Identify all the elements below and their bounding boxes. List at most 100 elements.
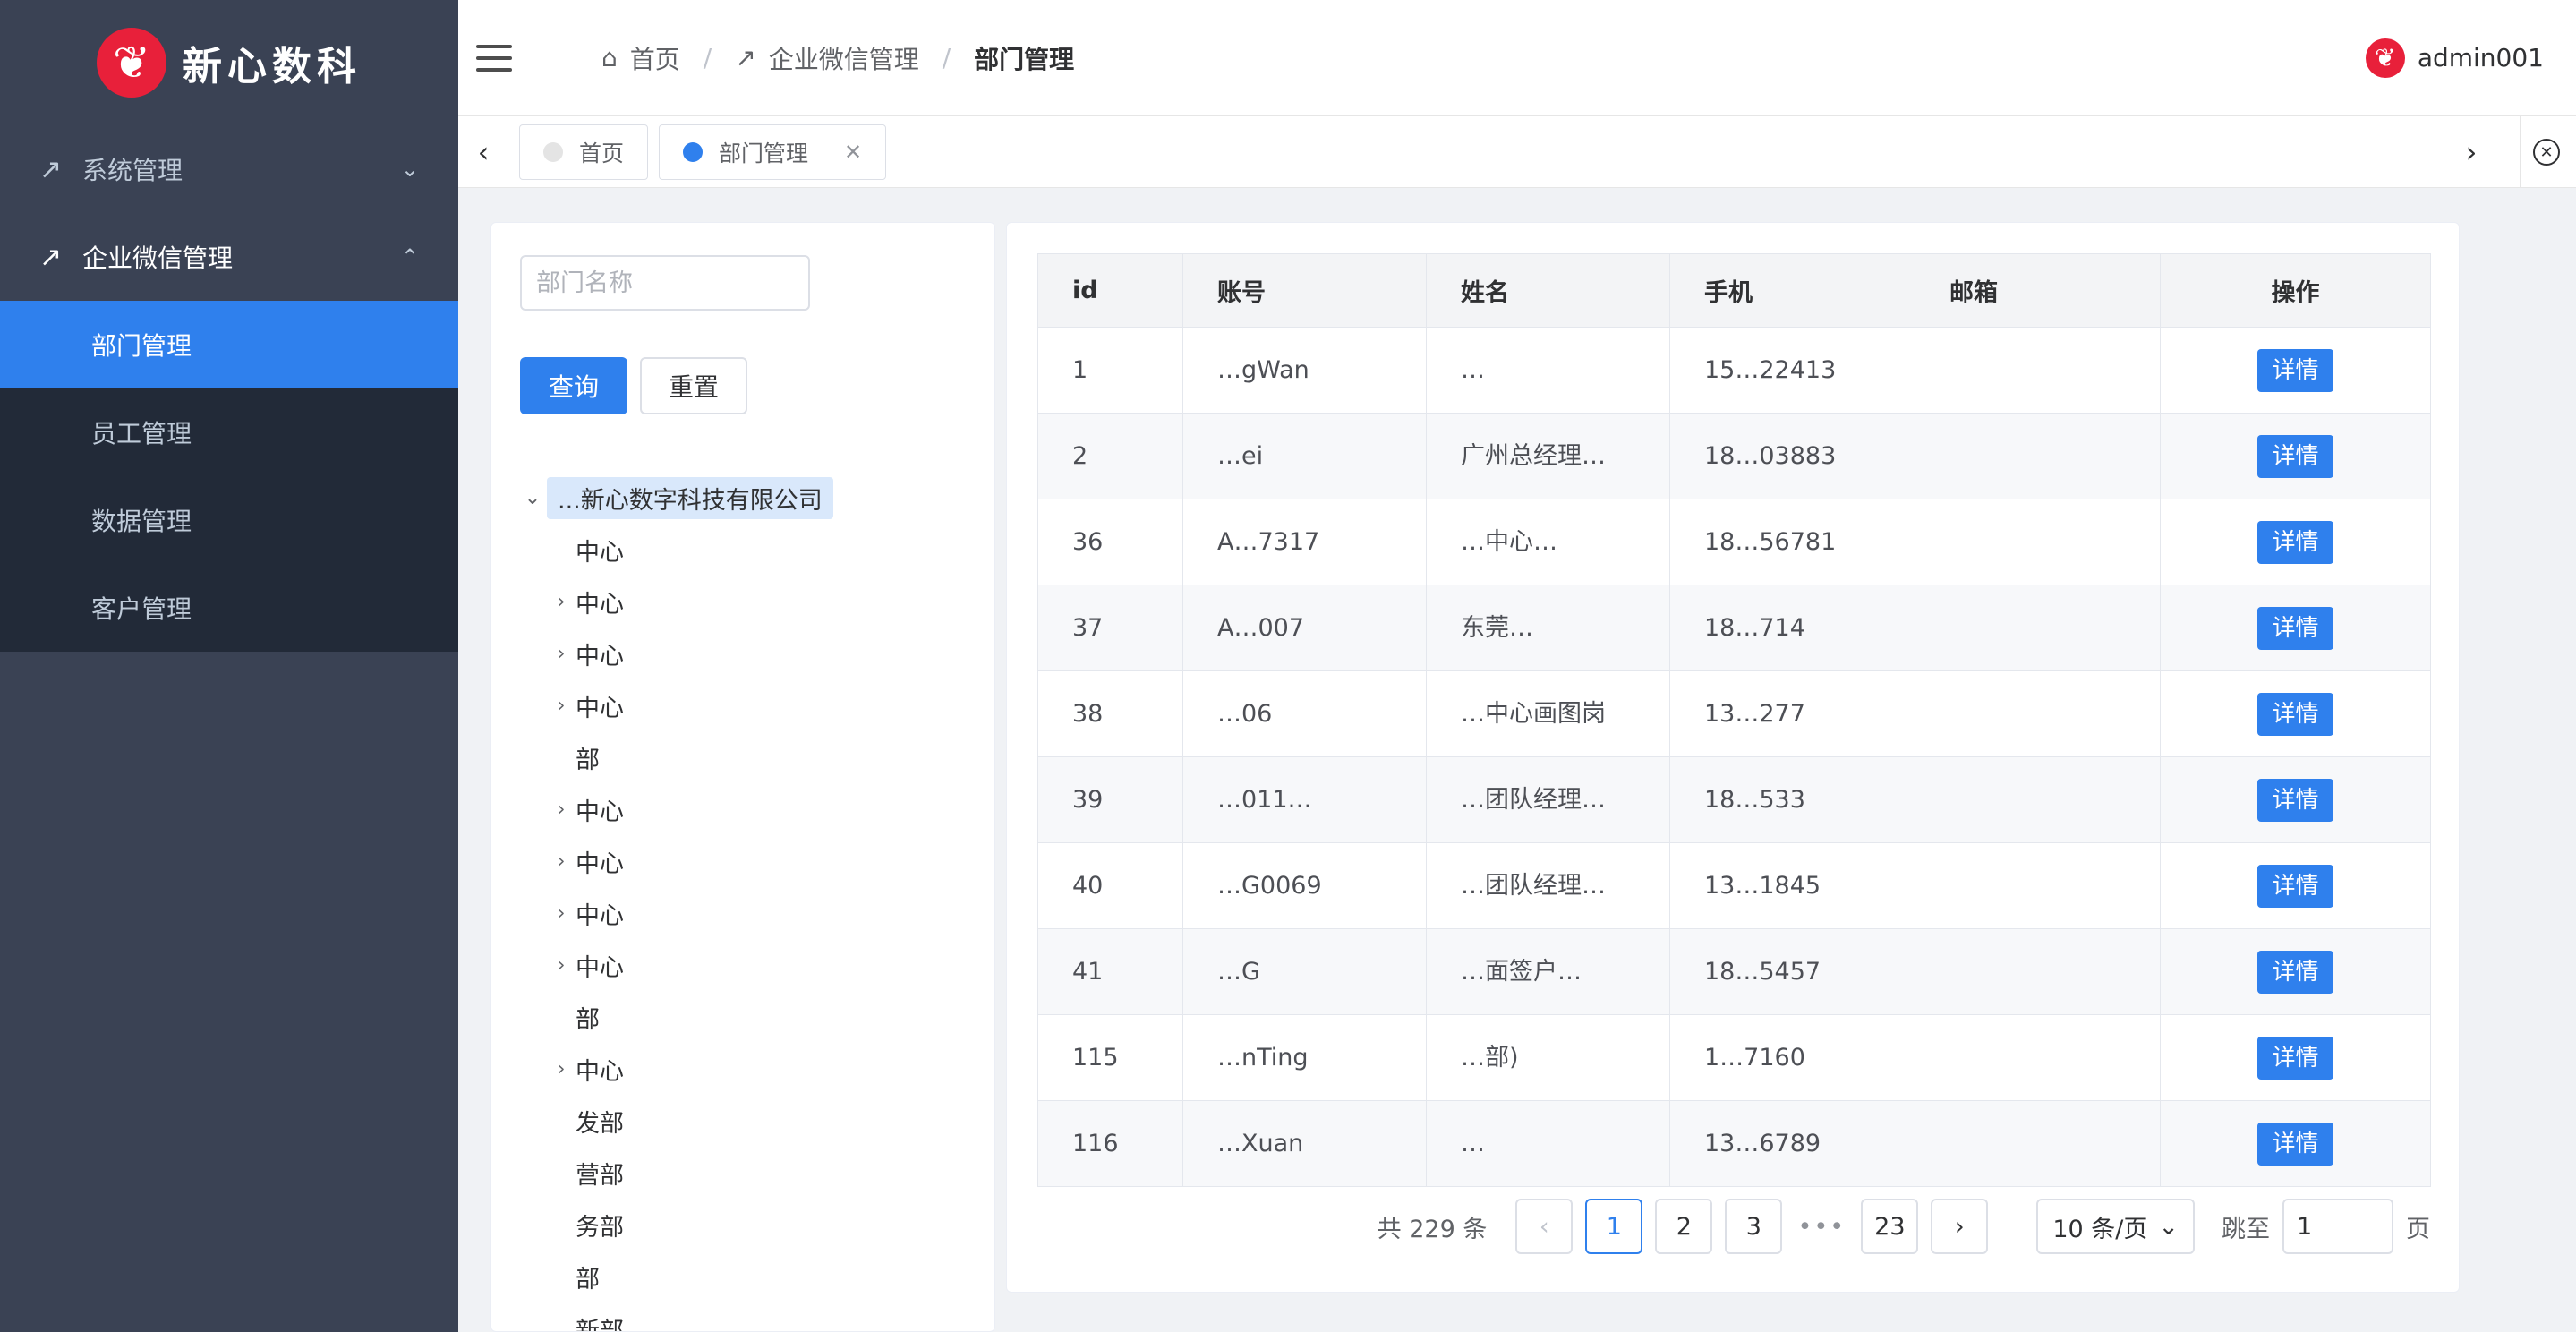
logo: ❦ 新心数科 <box>0 0 458 125</box>
jump-label: 跳至 <box>2222 1215 2270 1243</box>
detail-button[interactable]: 详情 <box>2257 692 2333 736</box>
username: admin001 <box>2417 43 2544 73</box>
cell-account: …gWan <box>1182 327 1427 414</box>
cell-actions: 详情 <box>2160 585 2431 671</box>
chevron-right-icon[interactable]: › <box>547 954 576 977</box>
table-row: 39 …011… …团队经理… 18…533 详情 <box>1037 756 2431 843</box>
tree-node[interactable]: 部 <box>518 731 975 783</box>
chevron-right-icon[interactable]: › <box>2446 135 2496 169</box>
cell-email <box>1915 842 2161 929</box>
prev-page-button[interactable]: ‹ <box>1515 1199 1574 1254</box>
cell-email <box>1915 413 2161 500</box>
cell-email <box>1915 327 2161 414</box>
detail-button[interactable]: 详情 <box>2257 1122 2333 1166</box>
page-button-last[interactable]: 23 <box>1861 1199 1919 1254</box>
wrench-icon: ↗ <box>39 241 63 273</box>
department-name-input[interactable] <box>520 255 810 311</box>
tree-node[interactable]: 发部 <box>518 1095 975 1147</box>
breadcrumb-home[interactable]: ⌂ 首页 <box>601 40 680 76</box>
query-button[interactable]: 查询 <box>520 357 627 414</box>
detail-button[interactable]: 详情 <box>2257 864 2333 908</box>
detail-button[interactable]: 详情 <box>2257 520 2333 564</box>
menu-group-system[interactable]: ↗ 系统管理 ⌄ <box>0 125 458 213</box>
tree-node[interactable]: 务部 <box>518 1199 975 1251</box>
table-header-row: id 账号 姓名 手机 邮箱 操作 <box>1037 253 2431 328</box>
logo-icon: ❦ <box>97 28 166 98</box>
tree-node[interactable]: › 中心 <box>518 783 975 835</box>
detail-button[interactable]: 详情 <box>2257 950 2333 994</box>
chevron-left-icon[interactable]: ‹ <box>458 135 508 169</box>
tree-node[interactable]: › 中心 <box>518 887 975 939</box>
chevron-right-icon[interactable]: › <box>547 902 576 925</box>
cell-name: …中心… <box>1426 499 1670 585</box>
chevron-right-icon[interactable]: › <box>547 591 576 613</box>
page-button-1[interactable]: 1 <box>1585 1199 1643 1254</box>
tree-node-label: 部 <box>576 1005 600 1034</box>
cell-account: …011… <box>1182 756 1427 843</box>
cell-actions: 详情 <box>2160 327 2431 414</box>
tree-node[interactable]: 部 <box>518 991 975 1043</box>
page-button-2[interactable]: 2 <box>1655 1199 1713 1254</box>
cell-id: 41 <box>1037 928 1183 1015</box>
detail-button[interactable]: 详情 <box>2257 434 2333 478</box>
reset-button[interactable]: 重置 <box>640 357 747 414</box>
tree-node[interactable]: › 中心 <box>518 835 975 887</box>
chevron-right-icon[interactable]: › <box>547 798 576 821</box>
sidebar-item-data[interactable]: 数据管理 <box>0 476 458 564</box>
tree-node[interactable]: 新部 <box>518 1302 975 1332</box>
close-icon[interactable]: ✕ <box>844 140 862 165</box>
cell-account: …G0069 <box>1182 842 1427 929</box>
tree-node-label: ...新心数字科技有限公司 <box>547 476 833 519</box>
next-page-button[interactable]: › <box>1931 1199 1989 1254</box>
sidebar-item-customers[interactable]: 客户管理 <box>0 564 458 652</box>
tree-node[interactable]: 中心 <box>518 524 975 576</box>
tree-node[interactable]: › 中心 <box>518 576 975 628</box>
tag-departments[interactable]: 部门管理 ✕ <box>659 124 887 180</box>
breadcrumb-parent-label: 企业微信管理 <box>768 44 919 74</box>
tree-node[interactable]: › 中心 <box>518 679 975 731</box>
tree-node-label: 新部 <box>576 1317 624 1332</box>
detail-button[interactable]: 详情 <box>2257 778 2333 822</box>
sidebar-item-employees[interactable]: 员工管理 <box>0 388 458 476</box>
breadcrumb-current: 部门管理 <box>974 44 1075 74</box>
chevron-right-icon[interactable]: › <box>547 1058 576 1080</box>
user-menu[interactable]: ❦ admin001 <box>2365 38 2544 78</box>
close-all-icon[interactable]: ✕ <box>2533 139 2560 166</box>
jump-page-input[interactable] <box>2282 1199 2393 1254</box>
cell-account: …nTing <box>1182 1014 1427 1101</box>
cell-id: 38 <box>1037 670 1183 757</box>
column-header-email: 邮箱 <box>1915 253 2161 328</box>
tag-label: 首页 <box>579 140 625 166</box>
table-body: 1 …gWan… 15…22413 详情 2 …ei 广州总经理… 18…03883 详情 36 A… <box>1037 327 2431 1187</box>
cell-phone: 13…277 <box>1669 670 1915 757</box>
tree-node[interactable]: 部 <box>518 1251 975 1302</box>
detail-button[interactable]: 详情 <box>2257 1036 2333 1080</box>
cell-phone: 18…5457 <box>1669 928 1915 1015</box>
chevron-right-icon[interactable]: › <box>547 695 576 717</box>
cell-phone: 1…7160 <box>1669 1014 1915 1101</box>
cell-actions: 详情 <box>2160 1014 2431 1101</box>
detail-button[interactable]: 详情 <box>2257 348 2333 392</box>
tree-node-root[interactable]: ⌄ ...新心数字科技有限公司 <box>518 472 975 524</box>
tag-home[interactable]: 首页 <box>519 124 649 180</box>
cell-email <box>1915 1100 2161 1187</box>
department-tree-panel: 查询 重置 ⌄ ...新心数字科技有限公司 中心›中心›中心›中心部›中心›中心… <box>490 222 995 1332</box>
tree-node-label: 中心 <box>576 798 624 826</box>
menu-group-wecom[interactable]: ↗ 企业微信管理 ⌃ <box>0 213 458 301</box>
tree-node-label: 营部 <box>576 1161 624 1190</box>
chevron-down-icon[interactable]: ⌄ <box>518 487 547 509</box>
page-button-3[interactable]: 3 <box>1725 1199 1783 1254</box>
tree-node[interactable]: 营部 <box>518 1147 975 1199</box>
detail-button[interactable]: 详情 <box>2257 606 2333 650</box>
chevron-right-icon[interactable]: › <box>547 850 576 873</box>
tree-node-label: 部 <box>576 1265 600 1294</box>
page-size-select[interactable]: 10 条/页 ⌄ <box>2036 1199 2195 1254</box>
sidebar-item-departments[interactable]: 部门管理 <box>0 301 458 388</box>
tree-node[interactable]: › 中心 <box>518 628 975 679</box>
wrench-icon: ↗ <box>39 153 63 185</box>
menu-toggle-icon[interactable] <box>476 44 512 72</box>
page-ellipsis[interactable]: ••• <box>1795 1213 1848 1241</box>
tree-node[interactable]: › 中心 <box>518 939 975 991</box>
chevron-right-icon[interactable]: › <box>547 643 576 665</box>
tree-node[interactable]: › 中心 <box>518 1043 975 1095</box>
